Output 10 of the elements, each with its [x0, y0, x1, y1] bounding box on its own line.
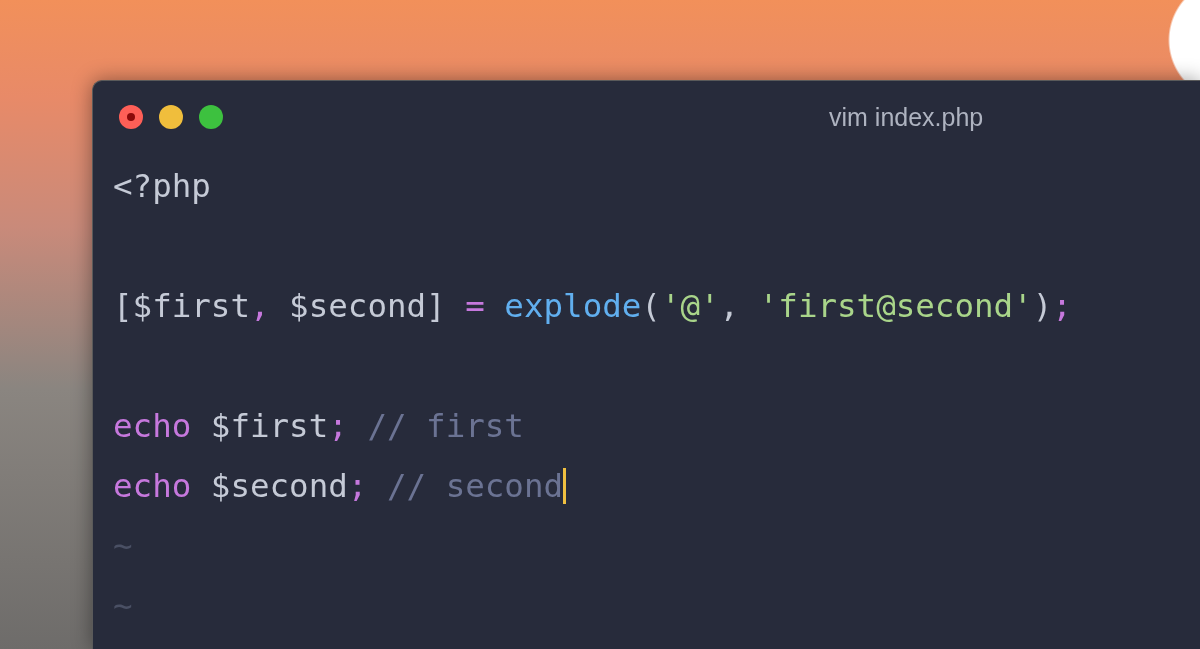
- empty-line-tilde: ~: [113, 527, 133, 565]
- minimize-button[interactable]: [159, 105, 183, 129]
- code-line: [$first, $second] = explode('@', 'first@second');: [113, 287, 1072, 325]
- code-line: echo $second; // second: [113, 467, 564, 505]
- code-line: echo $first; // first: [113, 407, 524, 445]
- window-title: vim index.php: [829, 102, 984, 132]
- close-button[interactable]: [119, 105, 143, 129]
- zoom-button[interactable]: [199, 105, 223, 129]
- empty-line-tilde: ~: [113, 587, 133, 625]
- code-line: <?php: [113, 167, 211, 205]
